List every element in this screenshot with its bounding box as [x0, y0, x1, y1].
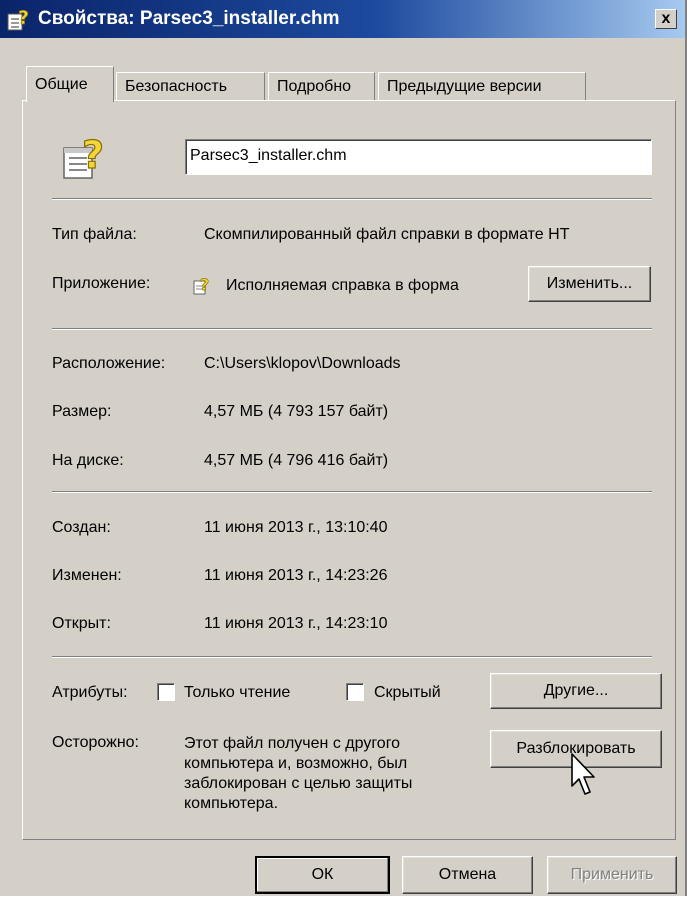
modified-value: 11 июня 2013 г., 14:23:26 [204, 567, 388, 584]
window-title: Свойства: Parsec3_installer.chm [38, 8, 340, 29]
size-value: 4,57 МБ (4 793 157 байт) [204, 403, 389, 420]
title-bar[interactable]: ? Свойства: Parsec3_installer.chm x [0, 0, 685, 38]
location-value: C:\Users\klopov\Downloads [204, 355, 401, 372]
opened-value: 11 июня 2013 г., 14:23:10 [204, 615, 388, 632]
caution-line: компьютера и, возможно, был [184, 755, 408, 772]
other-attributes-button[interactable]: Другие... [490, 673, 662, 709]
attributes-label: Атрибуты: [52, 684, 128, 701]
disk-size-label: На диске: [52, 452, 124, 469]
separator [52, 198, 652, 200]
hidden-checkbox[interactable] [346, 683, 364, 701]
svg-text:?: ? [18, 7, 29, 29]
size-label: Размер: [52, 403, 112, 420]
tab-previous-versions[interactable]: Предыдущие версии [378, 72, 586, 100]
application-value: Исполняемая справка в форма [226, 277, 459, 294]
opened-label: Открыт: [52, 615, 111, 632]
caution-line: компьютера. [184, 795, 279, 812]
properties-dialog: ? Свойства: Parsec3_installer.chm x Общи… [0, 0, 687, 896]
readonly-checkbox[interactable] [157, 683, 175, 701]
created-value: 11 июня 2013 г., 13:10:40 [204, 519, 388, 536]
tab-general[interactable]: Общие [26, 66, 114, 102]
file-type-value: Скомпилированный файл справки в формате … [204, 226, 570, 243]
cancel-button[interactable]: Отмена [402, 856, 533, 894]
tab-details[interactable]: Подробно [268, 72, 375, 100]
tab-security[interactable]: Безопасность [116, 72, 265, 100]
caution-text: Этот файл получен с другого компьютера и… [184, 734, 412, 814]
disk-size-value: 4,57 МБ (4 796 416 байт) [204, 452, 389, 469]
separator [52, 656, 652, 658]
help-question-icon: ? [192, 274, 214, 301]
tab-previous-versions-label: Предыдущие версии [387, 78, 542, 95]
apply-button[interactable]: Применить [547, 856, 677, 894]
mouse-pointer-icon [570, 752, 600, 803]
caution-line: Этот файл получен с другого [184, 735, 401, 752]
file-type-label: Тип файла: [52, 226, 137, 243]
separator [52, 491, 652, 493]
caution-label: Осторожно: [52, 734, 139, 751]
created-label: Создан: [52, 519, 111, 536]
location-label: Расположение: [52, 355, 166, 372]
hidden-label[interactable]: Скрытый [374, 684, 441, 702]
modified-label: Изменен: [52, 567, 122, 584]
svg-text:?: ? [82, 134, 104, 177]
application-label: Приложение: [52, 275, 151, 292]
tab-security-label: Безопасность [125, 78, 228, 95]
general-tab-panel [22, 100, 676, 840]
readonly-label[interactable]: Только чтение [184, 684, 290, 702]
file-name-field[interactable]: Parsec3_installer.chm [185, 139, 652, 175]
close-button[interactable]: x [655, 9, 677, 29]
file-name-value: Parsec3_installer.chm [190, 147, 347, 164]
change-button-label: Изменить... [546, 275, 633, 292]
chm-help-file-icon: ? [6, 6, 32, 32]
tab-general-label: Общие [35, 76, 88, 93]
other-attributes-button-label: Другие... [543, 682, 609, 699]
ok-button[interactable]: ОК [255, 856, 390, 894]
tab-details-label: Подробно [277, 78, 352, 95]
ok-button-label: ОК [311, 866, 334, 883]
apply-button-label: Применить [570, 866, 654, 883]
svg-text:?: ? [200, 275, 209, 294]
application-value-box: Исполняемая справка в форма [226, 275, 518, 295]
cancel-button-label: Отмена [438, 866, 497, 883]
caution-line: заблокирован с целью защиты [184, 775, 413, 792]
change-button[interactable]: Изменить... [528, 266, 651, 302]
chm-file-icon: ? [60, 132, 110, 185]
separator [52, 328, 652, 330]
